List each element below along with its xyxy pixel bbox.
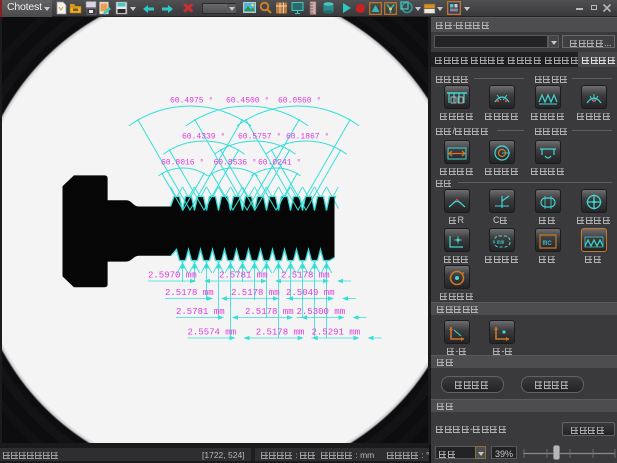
svg-text:2.5781 mm: 2.5781 mm	[176, 307, 225, 317]
svg-text:60.0560 °: 60.0560 °	[278, 97, 321, 106]
svg-text:60.4339 °: 60.4339 °	[182, 133, 225, 142]
svg-text:60.0241 °: 60.0241 °	[258, 159, 301, 168]
svg-text:mc: mc	[543, 239, 553, 248]
svg-text:2.5300 mm: 2.5300 mm	[297, 307, 346, 317]
svg-text:mm: mm	[497, 239, 505, 246]
svg-text:2.5178 mm: 2.5178 mm	[245, 307, 294, 317]
svg-text:2.5178 mm: 2.5178 mm	[231, 288, 280, 298]
svg-text:60.4975 °: 60.4975 °	[170, 97, 213, 106]
svg-text:60.4500 °: 60.4500 °	[226, 97, 269, 106]
svg-text:60.8536 °: 60.8536 °	[214, 159, 257, 168]
svg-text:2.5291 mm: 2.5291 mm	[312, 328, 361, 338]
svg-text:60.5757 °: 60.5757 °	[238, 133, 281, 142]
svg-text:2.5178 mm: 2.5178 mm	[256, 328, 305, 338]
svg-text:60.1867 °: 60.1867 °	[286, 133, 329, 142]
svg-text:2.5049 mm: 2.5049 mm	[286, 288, 335, 298]
svg-text:2.5970 mm: 2.5970 mm	[148, 271, 197, 281]
svg-text:60.8016 °: 60.8016 °	[161, 159, 204, 168]
svg-text:2.5781 mm: 2.5781 mm	[219, 271, 268, 281]
svg-text:2.5178 mm: 2.5178 mm	[165, 288, 214, 298]
svg-text:2.5574 mm: 2.5574 mm	[188, 328, 237, 338]
svg-text:2.5178 mm: 2.5178 mm	[281, 271, 330, 281]
